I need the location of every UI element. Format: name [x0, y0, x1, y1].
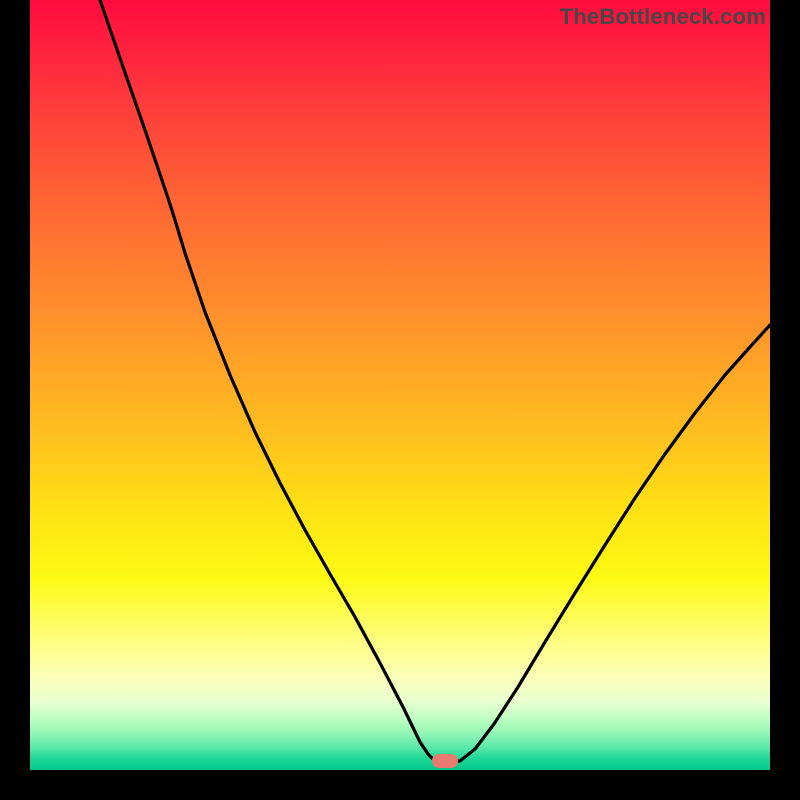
curve-svg: [30, 0, 770, 770]
chart-stage: TheBottleneck.com: [0, 0, 800, 800]
watermark-text: TheBottleneck.com: [560, 4, 766, 30]
bottleneck-curve: [100, 0, 770, 761]
min-marker: [432, 754, 458, 768]
gradient-plot-area: [30, 0, 770, 770]
